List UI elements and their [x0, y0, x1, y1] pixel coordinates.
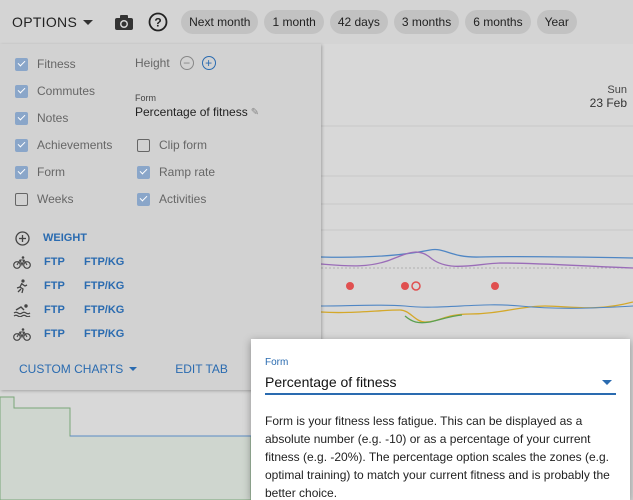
form-select-value: Percentage of fitness: [135, 105, 248, 119]
checkbox-form[interactable]: Form: [15, 165, 65, 179]
weight-link[interactable]: WEIGHT: [43, 232, 87, 244]
range-chip-next-month[interactable]: Next month: [181, 10, 259, 34]
checkbox-checked-icon: [15, 138, 28, 152]
checkbox-notes[interactable]: Notes: [15, 111, 68, 125]
range-chip-year[interactable]: Year: [536, 10, 577, 34]
checkbox-label: Ramp rate: [159, 165, 216, 179]
ftp-kg-link[interactable]: FTP/KG: [84, 328, 124, 340]
checkbox-label: Achievements: [37, 138, 113, 152]
panel-footer: CUSTOM CHARTS EDIT TAB: [19, 362, 228, 376]
custom-charts-label: CUSTOM CHARTS: [19, 362, 124, 376]
camera-icon[interactable]: [113, 11, 135, 33]
svg-text:?: ?: [154, 16, 161, 30]
edit-tab-button[interactable]: EDIT TAB: [175, 362, 228, 376]
activity-dot: [401, 282, 409, 290]
activity-dot: [411, 281, 421, 291]
metric-row-swim: FTP FTP/KG: [12, 302, 124, 318]
ftp-link[interactable]: FTP: [44, 328, 65, 340]
ftp-link[interactable]: FTP: [44, 304, 65, 316]
form-blue-line: [320, 304, 633, 309]
form-mode-value: Percentage of fitness: [265, 374, 397, 390]
checkbox-checked-icon: [137, 192, 150, 206]
range-chip-1-month[interactable]: 1 month: [264, 10, 324, 34]
chevron-down-icon: [83, 19, 94, 25]
help-text: Form is your fitness less fatigue. This …: [265, 414, 610, 500]
range-chip-3-months[interactable]: 3 months: [393, 10, 460, 34]
dialog-field-label: Form: [265, 357, 289, 368]
checkbox-label: Clip form: [159, 138, 208, 152]
chevron-down-icon: [602, 379, 612, 385]
checkbox-label: Form: [37, 165, 65, 179]
ftp-kg-link[interactable]: FTP/KG: [84, 256, 124, 268]
checkbox-checked-icon: [15, 84, 28, 98]
checkbox-label: Weeks: [37, 192, 74, 206]
top-toolbar: OPTIONS ? Next month 1 month 42 days 3 m…: [0, 0, 633, 44]
checkbox-checked-icon: [15, 165, 28, 179]
checkbox-label: Commutes: [37, 84, 96, 98]
checkbox-weeks[interactable]: Weeks: [15, 192, 73, 206]
add-circle-icon[interactable]: [12, 230, 32, 246]
metric-row-run: FTP FTP/KG: [12, 278, 124, 294]
ftp-kg-link[interactable]: FTP/KG: [84, 304, 124, 316]
bike-icon: [12, 326, 32, 342]
checkbox-label: Fitness: [37, 57, 76, 71]
plus-circle-icon[interactable]: +: [201, 56, 216, 70]
range-chip-6-months[interactable]: 6 months: [465, 10, 531, 34]
form-mode-select[interactable]: Percentage of fitness: [265, 371, 616, 395]
run-icon: [12, 278, 32, 294]
pencil-icon: ✎: [250, 106, 260, 118]
bike-icon: [12, 254, 32, 270]
help-icon[interactable]: ?: [147, 11, 169, 33]
fitness-line: [320, 248, 633, 259]
range-chip-42-days[interactable]: 42 days: [329, 10, 388, 34]
custom-charts-button[interactable]: CUSTOM CHARTS: [19, 362, 138, 376]
checkbox-label: Activities: [159, 192, 207, 206]
checkbox-checked-icon: [137, 165, 150, 179]
checkbox-fitness[interactable]: Fitness: [15, 57, 76, 71]
checkbox-activities[interactable]: Activities: [137, 192, 206, 206]
form-select-label: Form: [135, 93, 156, 103]
checkbox-achievements[interactable]: Achievements: [15, 138, 112, 152]
height-control: Height − +: [135, 56, 216, 70]
swim-icon: [12, 302, 32, 318]
checkbox-clip-form[interactable]: Clip form: [137, 138, 207, 152]
checkbox-checked-icon: [15, 57, 28, 71]
checkbox-unchecked-icon: [137, 138, 150, 152]
activity-dot: [491, 282, 499, 290]
form-help-dialog: Form Percentage of fitness Form is your …: [251, 339, 630, 500]
chevron-down-icon: [129, 367, 138, 371]
height-label: Height: [135, 56, 170, 70]
checkbox-unchecked-icon: [15, 192, 28, 206]
lower-area: [0, 396, 252, 500]
checkbox-commutes[interactable]: Commutes: [15, 84, 95, 98]
checkbox-checked-icon: [15, 111, 28, 125]
activity-dot: [346, 282, 354, 290]
form-select[interactable]: Percentage of fitness ✎: [135, 105, 259, 119]
ftp-link[interactable]: FTP: [44, 256, 65, 268]
ftp-link[interactable]: FTP: [44, 280, 65, 292]
weight-row: WEIGHT: [12, 230, 87, 246]
range-chips: Next month 1 month 42 days 3 months 6 mo…: [181, 10, 577, 34]
options-button[interactable]: OPTIONS: [12, 14, 94, 30]
options-label: OPTIONS: [12, 14, 78, 30]
metric-row-bike-2: FTP FTP/KG: [12, 326, 124, 342]
ftp-kg-link[interactable]: FTP/KG: [84, 280, 124, 292]
checkbox-label: Notes: [37, 111, 69, 125]
minus-circle-icon[interactable]: −: [179, 56, 194, 70]
metric-row-bike: FTP FTP/KG: [12, 254, 124, 270]
fatigue-line: [320, 251, 633, 269]
checkbox-ramp-rate[interactable]: Ramp rate: [137, 165, 215, 179]
